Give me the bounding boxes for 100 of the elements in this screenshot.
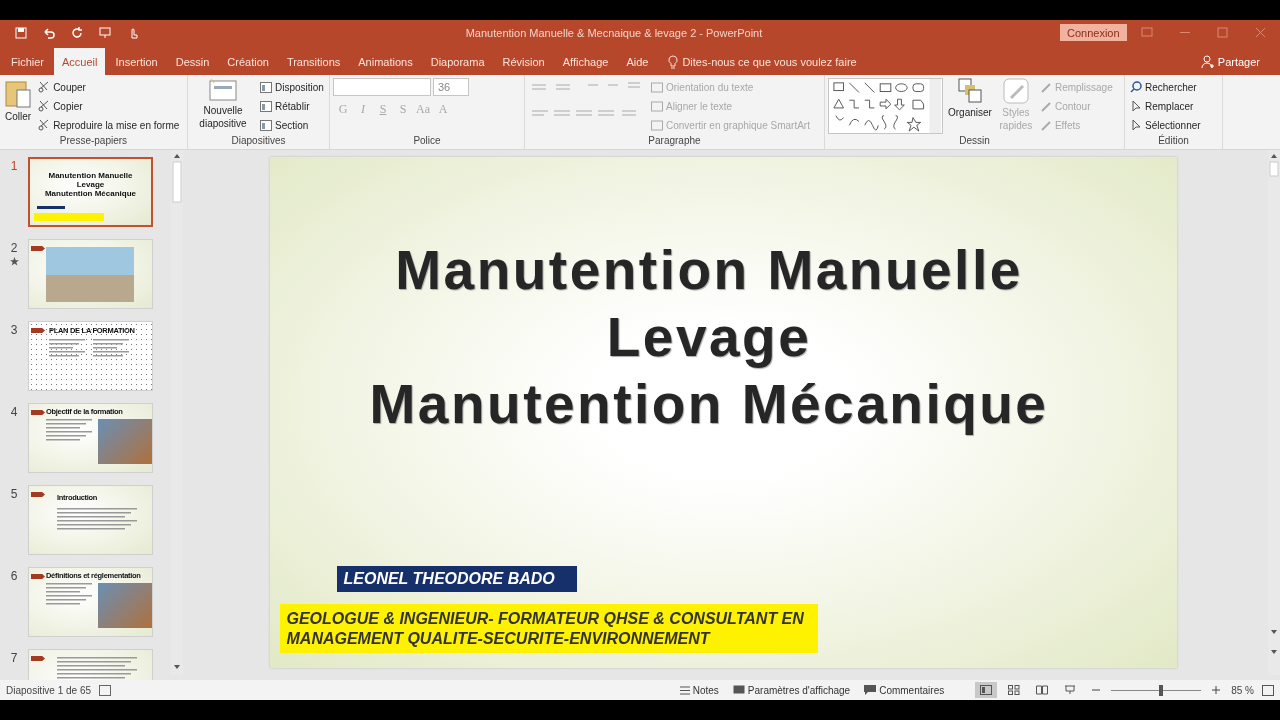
slide-tag [31, 656, 45, 661]
ribbon-tab[interactable]: Fichier [3, 48, 52, 75]
slide-thumbnail[interactable]: Manutention Manuelle Levage Manutention Mécanique [28, 157, 153, 227]
comment-icon [864, 685, 877, 695]
group-label: Diapositives [231, 134, 286, 148]
slide-counter: Diapositive 1 de 65 [6, 684, 92, 696]
tell-me-search[interactable]: Dites-nous ce que vous voulez faire [662, 48, 863, 75]
lightbulb-icon [668, 54, 679, 69]
clipboard-button[interactable]: Reproduire la mise en forme [36, 116, 182, 134]
plus-icon [1212, 686, 1221, 694]
slide-thumbnail[interactable] [28, 239, 153, 309]
text-lines-icon [49, 339, 85, 359]
editing-button[interactable]: Rechercher [1128, 78, 1203, 96]
ribbon-tab[interactable]: Affichage [554, 48, 617, 75]
display-settings-button[interactable]: Paramètres d'affichage [729, 684, 854, 696]
shapes-gallery[interactable] [828, 78, 943, 134]
text-lines-icon [57, 508, 137, 532]
layout-icon [260, 100, 272, 112]
slide-tag [31, 328, 45, 333]
author-label: LEONEL THEODORE BADO [336, 566, 577, 592]
minus-icon [1092, 686, 1101, 694]
view-button[interactable] [975, 682, 998, 698]
comments-button[interactable]: Commentaires [861, 684, 948, 696]
layout-icon [260, 119, 272, 131]
monitor-icon [732, 685, 745, 695]
slide-tag [31, 246, 45, 251]
group-label: Dessin [959, 134, 990, 148]
undo-icon[interactable] [42, 25, 56, 40]
editing-button[interactable]: Remplacer [1128, 97, 1203, 115]
text-lines-icon [46, 419, 92, 443]
thumbnail-title: Levage [76, 180, 105, 189]
slide-title: Levage [606, 305, 812, 370]
text-tool-icon [651, 119, 663, 131]
ribbon-tab[interactable]: Insertion [107, 48, 166, 75]
clipboard-icon [5, 78, 32, 108]
slides-button[interactable]: Disposition [258, 78, 326, 96]
slide-number: 5 [10, 487, 18, 501]
pencil-icon [1039, 119, 1052, 131]
share-button[interactable]: Partager [1194, 54, 1266, 70]
group-label: Presse-papiers [59, 134, 128, 148]
subtitle-label: GEOLOGUE & INGENIEUR- FORMATEUR QHSE & CONSULTANT EN MANAGEMENT QUALITE-SECURITE-ENVIRONNEMENT [279, 604, 818, 653]
slide-number: 4 [10, 405, 18, 419]
spellcheck-icon [99, 684, 112, 696]
slides-button[interactable]: Section [258, 116, 326, 134]
text-tool-icon [651, 81, 663, 93]
fit-slide-icon [1262, 684, 1274, 696]
text-lines-icon [57, 657, 137, 680]
pencil-icon [1039, 81, 1052, 93]
ribbon-tab[interactable]: Révision [494, 48, 553, 75]
font-name-field[interactable] [333, 78, 431, 96]
clipboard-button[interactable]: Couper [36, 78, 182, 96]
photo-placeholder [98, 583, 152, 628]
cursor-icon [1130, 119, 1142, 131]
slide-number: 1 [10, 159, 18, 173]
ribbon-tab[interactable]: Diaporama [422, 48, 493, 75]
editing-button[interactable]: Sélectionner [1128, 116, 1203, 134]
arrange-icon [957, 78, 982, 104]
ribbon-tab[interactable]: Création [219, 48, 277, 75]
text-lines-icon [93, 339, 129, 359]
ribbon-tab[interactable]: Transitions [278, 48, 349, 75]
photo-placeholder [98, 419, 152, 464]
redo-icon[interactable] [70, 25, 84, 40]
paste-button[interactable]: Coller [3, 78, 34, 134]
ribbon-tab[interactable]: Aide [618, 48, 657, 75]
ribbon-tab[interactable]: Animations [350, 48, 421, 75]
person-icon [1200, 55, 1215, 69]
window-title: Manutention Manuelle & Mecnaique & levage 2 - PowerPoint [465, 26, 763, 39]
reading-view-icon [1036, 685, 1049, 695]
text-strip-icon [34, 206, 104, 222]
sign-in-button[interactable]: Connexion [1060, 24, 1127, 41]
notes-button[interactable]: Notes [676, 684, 722, 696]
slide-number: 6 [10, 569, 18, 583]
slideshow-icon[interactable] [98, 25, 112, 40]
ribbon-tab[interactable]: Dessin [167, 48, 218, 75]
normal-view-icon [980, 685, 993, 695]
pencil-icon [1039, 100, 1052, 112]
slide-icon [209, 78, 237, 102]
search-icon [1130, 81, 1142, 93]
group-label: Édition [1158, 134, 1189, 148]
clipboard-button[interactable]: Copier [36, 97, 182, 115]
slide-tag [31, 574, 45, 579]
new-slide-button[interactable]: Nouvelle diapositive [191, 78, 255, 134]
group-label: Police [413, 134, 441, 148]
slide-number: 2 [10, 241, 18, 255]
thumbnail-title: Manutention Manuelle [48, 171, 133, 180]
slide-title: Manutention Mécanique [369, 372, 1049, 437]
slide-number: 7 [10, 651, 18, 665]
slide-tag [31, 492, 45, 497]
slide-tag [31, 410, 45, 415]
arrange-button[interactable]: Organiser [946, 78, 994, 134]
ribbon-tab[interactable]: Accueil [54, 48, 106, 75]
text-tool-icon [651, 100, 663, 112]
save-icon[interactable] [14, 25, 28, 40]
font-size-field[interactable]: 36 [433, 78, 469, 96]
slides-button[interactable]: Rétablir [258, 97, 326, 115]
zoom-thumb[interactable] [1158, 684, 1163, 696]
slide-number: 3 [10, 323, 18, 337]
sorter-view-icon [1008, 685, 1021, 695]
scissors-icon [38, 81, 51, 93]
group-label: Paragraphe [648, 134, 701, 148]
